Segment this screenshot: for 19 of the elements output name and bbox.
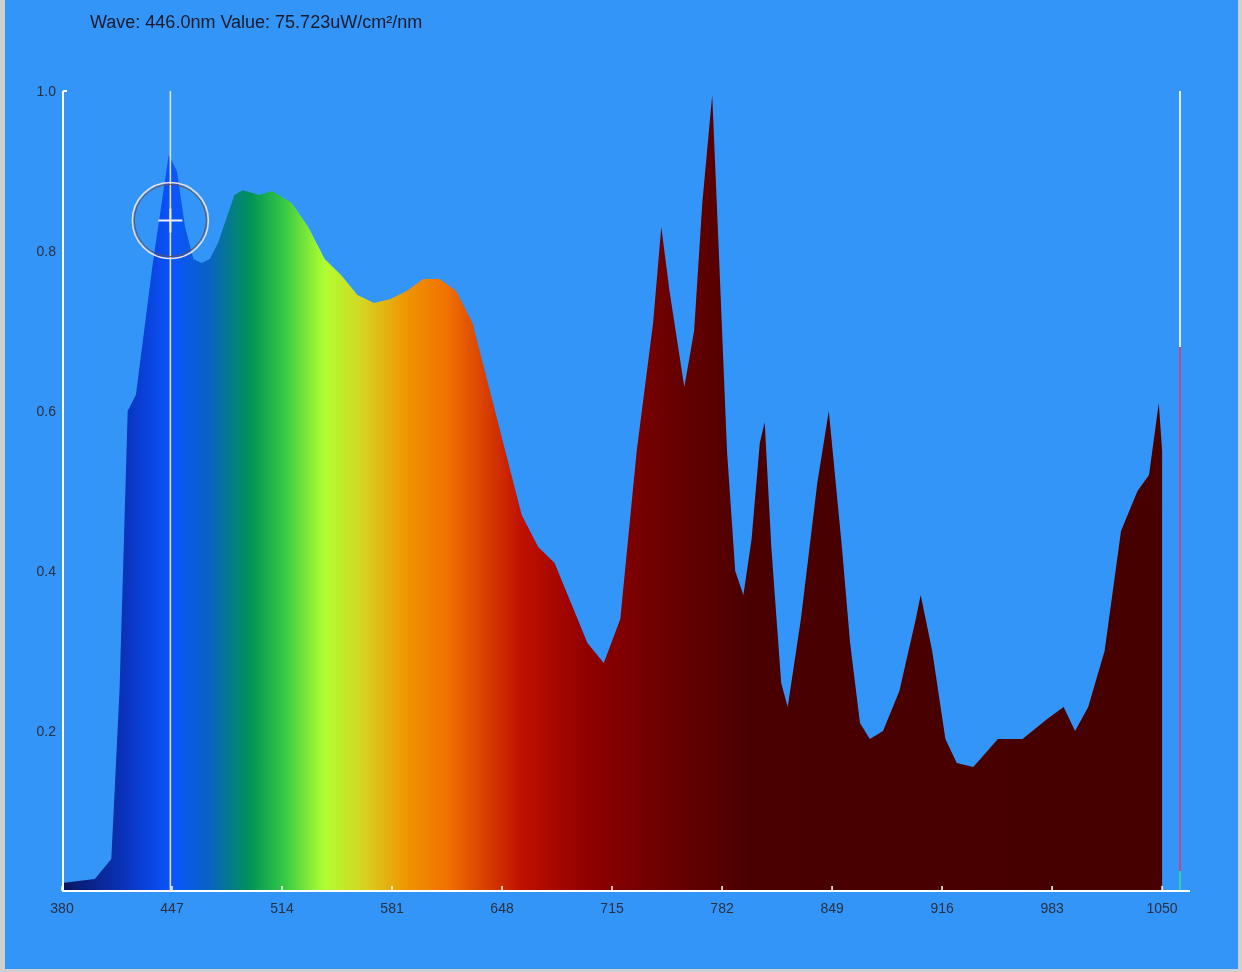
x-tick-label: 447 bbox=[160, 900, 184, 916]
cursor-line[interactable] bbox=[169, 91, 172, 891]
y-tick-label: 1.0 bbox=[36, 83, 56, 99]
x-tick-label: 648 bbox=[490, 900, 514, 916]
crosshair-icon[interactable] bbox=[131, 181, 210, 260]
x-tick-label: 983 bbox=[1040, 900, 1064, 916]
y-tick-label: 0.2 bbox=[36, 723, 56, 739]
readout-text: Wave: 446.0nm Value: 75.723uW/cm²/nm bbox=[90, 12, 423, 32]
x-tick-label: 514 bbox=[270, 900, 294, 916]
x-tick-label: 715 bbox=[600, 900, 624, 916]
x-tick-label: 849 bbox=[820, 900, 844, 916]
x-tick-label: 1050 bbox=[1146, 900, 1178, 916]
x-tick-label: 581 bbox=[380, 900, 404, 916]
x-tick-label: 782 bbox=[710, 900, 734, 916]
x-tick-label: 916 bbox=[930, 900, 954, 916]
y-tick-label: 0.4 bbox=[36, 563, 56, 579]
y-tick-label: 0.8 bbox=[36, 243, 56, 259]
x-tick-label: 380 bbox=[50, 900, 74, 916]
y-tick-label: 0.6 bbox=[36, 403, 56, 419]
